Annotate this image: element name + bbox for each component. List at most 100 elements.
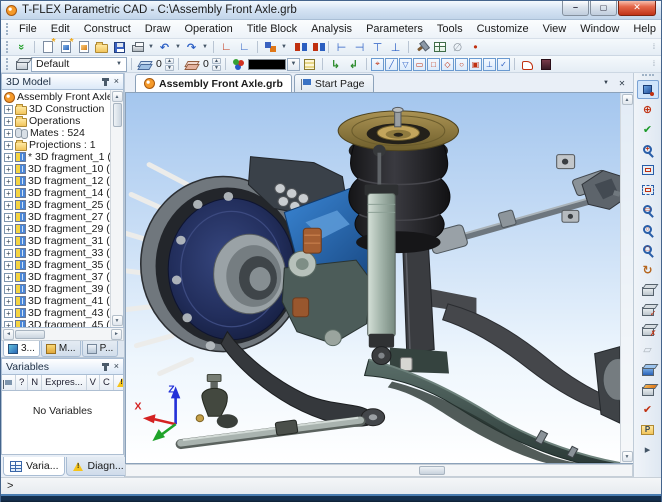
filter-loop-icon[interactable] — [399, 58, 412, 71]
scrollbar-thumb[interactable] — [113, 103, 122, 127]
render-view-icon[interactable] — [637, 380, 659, 399]
rotate-view-icon[interactable] — [637, 260, 659, 279]
model-configurations-icon[interactable] — [262, 40, 279, 55]
canvas-horizontal-scrollbar[interactable] — [125, 464, 633, 477]
zoom-previous-icon[interactable]: □ — [637, 240, 659, 259]
filter-fragment-icon[interactable] — [469, 58, 482, 71]
menu-tools[interactable]: Tools — [430, 21, 470, 37]
redo-icon[interactable] — [183, 40, 200, 55]
print-icon[interactable] — [129, 40, 146, 55]
redo-dropdown[interactable] — [201, 44, 209, 50]
design-tools-icon[interactable] — [413, 40, 430, 55]
close-button[interactable] — [618, 1, 656, 16]
tree-item[interactable]: 3D fragment_41 ( — [2, 295, 110, 307]
tree-item[interactable]: 3D fragment_33 ( — [2, 247, 110, 259]
menu-draw[interactable]: Draw — [138, 21, 178, 37]
expand-more-icon[interactable] — [637, 440, 659, 459]
tab-assembly-front-axle[interactable]: Assembly Front Axle.grb — [135, 74, 292, 92]
toolbar-options-chevron-icon[interactable] — [13, 40, 30, 55]
filter-lcs-icon[interactable] — [483, 58, 496, 71]
assembly-links-icon[interactable] — [307, 40, 324, 55]
tree-item[interactable]: 3D fragment_29 ( — [2, 223, 110, 235]
tree-expander-icon[interactable] — [4, 165, 13, 174]
attachments-icon[interactable] — [449, 40, 466, 55]
value-column[interactable]: V — [87, 375, 100, 390]
tree-expander-icon[interactable] — [4, 297, 13, 306]
3d-viewport[interactable]: Z X — [125, 92, 633, 464]
align-bottom-icon[interactable] — [387, 40, 404, 55]
menu-customize[interactable]: Customize — [470, 21, 536, 37]
tree-item[interactable]: 3D fragment_27 ( — [2, 211, 110, 223]
workplane-icon[interactable] — [218, 40, 235, 55]
selector-tree-add-icon[interactable] — [345, 57, 362, 72]
undo-icon[interactable] — [156, 40, 173, 55]
tab-diagnostics[interactable]: Diagn... — [66, 457, 130, 476]
shaded-view-icon[interactable] — [637, 280, 659, 299]
wireframe-view-icon[interactable]: ✗ — [637, 320, 659, 339]
minimize-button[interactable] — [562, 1, 589, 16]
zoom-dynamic-icon[interactable]: ○ — [637, 220, 659, 239]
menu-edit[interactable]: Edit — [44, 21, 77, 37]
tree-item[interactable]: 3D fragment_10 ( — [2, 163, 110, 175]
menu-window[interactable]: Window — [573, 21, 626, 37]
hidden-edges-view-icon[interactable]: ✓ — [637, 300, 659, 319]
close-icon[interactable] — [114, 362, 119, 371]
scroll-down-icon[interactable] — [622, 451, 633, 462]
configuration-combobox[interactable]: Default — [31, 57, 127, 72]
comment-column[interactable]: C — [100, 375, 114, 390]
close-icon[interactable] — [114, 77, 119, 86]
fragment-edit-icon[interactable] — [537, 57, 554, 72]
isometric-view-icon[interactable] — [637, 360, 659, 379]
help-column[interactable]: ? — [16, 375, 28, 390]
align-right-icon[interactable] — [351, 40, 368, 55]
menu-file[interactable]: File — [12, 21, 44, 37]
assembly-structure-icon[interactable] — [289, 40, 306, 55]
selector-tree-icon[interactable] — [327, 57, 344, 72]
layer-stepper[interactable] — [165, 58, 174, 71]
layers-dialog-icon[interactable] — [301, 57, 318, 72]
zoom-window-icon[interactable]: ▭ — [637, 200, 659, 219]
menu-parameters[interactable]: Parameters — [359, 21, 430, 37]
tree-item[interactable]: Projections : 1 — [2, 139, 110, 151]
prototype-folder-icon[interactable] — [637, 420, 659, 439]
scrollbar-thumb[interactable] — [419, 466, 445, 475]
flag-icon[interactable] — [2, 375, 16, 390]
pin-icon[interactable] — [104, 78, 107, 86]
check-view-icon[interactable] — [637, 400, 659, 419]
tree-expander-icon[interactable] — [4, 285, 13, 294]
tree-expander-icon[interactable] — [4, 237, 13, 246]
scroll-right-icon[interactable] — [111, 329, 122, 340]
align-top-icon[interactable] — [369, 40, 386, 55]
tab-pictures[interactable]: P... — [82, 341, 119, 357]
close-document-icon[interactable] — [615, 76, 629, 90]
tree-item[interactable]: 3D fragment_31 ( — [2, 235, 110, 247]
tree-expander-icon[interactable] — [4, 213, 13, 222]
menu-help[interactable]: Help — [626, 21, 662, 37]
tree-item[interactable]: 3D fragment_45 ( — [2, 319, 110, 327]
toolbar-overflow-icon[interactable] — [649, 61, 659, 68]
open-document-icon[interactable] — [93, 40, 110, 55]
coordinate-axes-icon[interactable] — [236, 40, 253, 55]
tree-expander-icon[interactable] — [4, 129, 13, 138]
tree-item[interactable]: 3D fragment_39 ( — [2, 283, 110, 295]
tree-expander-icon[interactable] — [4, 177, 13, 186]
filter-custom-icon[interactable] — [497, 58, 510, 71]
undo-dropdown[interactable] — [174, 44, 182, 50]
scrollbar-thumb[interactable] — [15, 330, 45, 339]
color-swatch[interactable] — [248, 59, 286, 70]
scroll-up-icon[interactable] — [622, 94, 633, 105]
zoom-selection-icon[interactable] — [637, 180, 659, 199]
filter-profile-icon[interactable] — [427, 58, 440, 71]
tree-item[interactable]: 3D fragment_14 ( — [2, 187, 110, 199]
tree-expander-icon[interactable] — [4, 249, 13, 258]
toolbar-overflow-icon[interactable] — [649, 44, 659, 51]
tab-list-dropdown-icon[interactable] — [599, 76, 613, 90]
name-column[interactable]: N — [28, 375, 42, 390]
tree-horizontal-scrollbar[interactable] — [1, 328, 124, 341]
spreadsheet-icon[interactable] — [431, 40, 448, 55]
filter-vertex-icon[interactable] — [371, 58, 384, 71]
tree-vertical-scrollbar[interactable] — [110, 90, 123, 327]
filter-body-icon[interactable] — [441, 58, 454, 71]
tree-item[interactable]: 3D fragment_37 ( — [2, 271, 110, 283]
sketch-shape-icon[interactable] — [519, 57, 536, 72]
